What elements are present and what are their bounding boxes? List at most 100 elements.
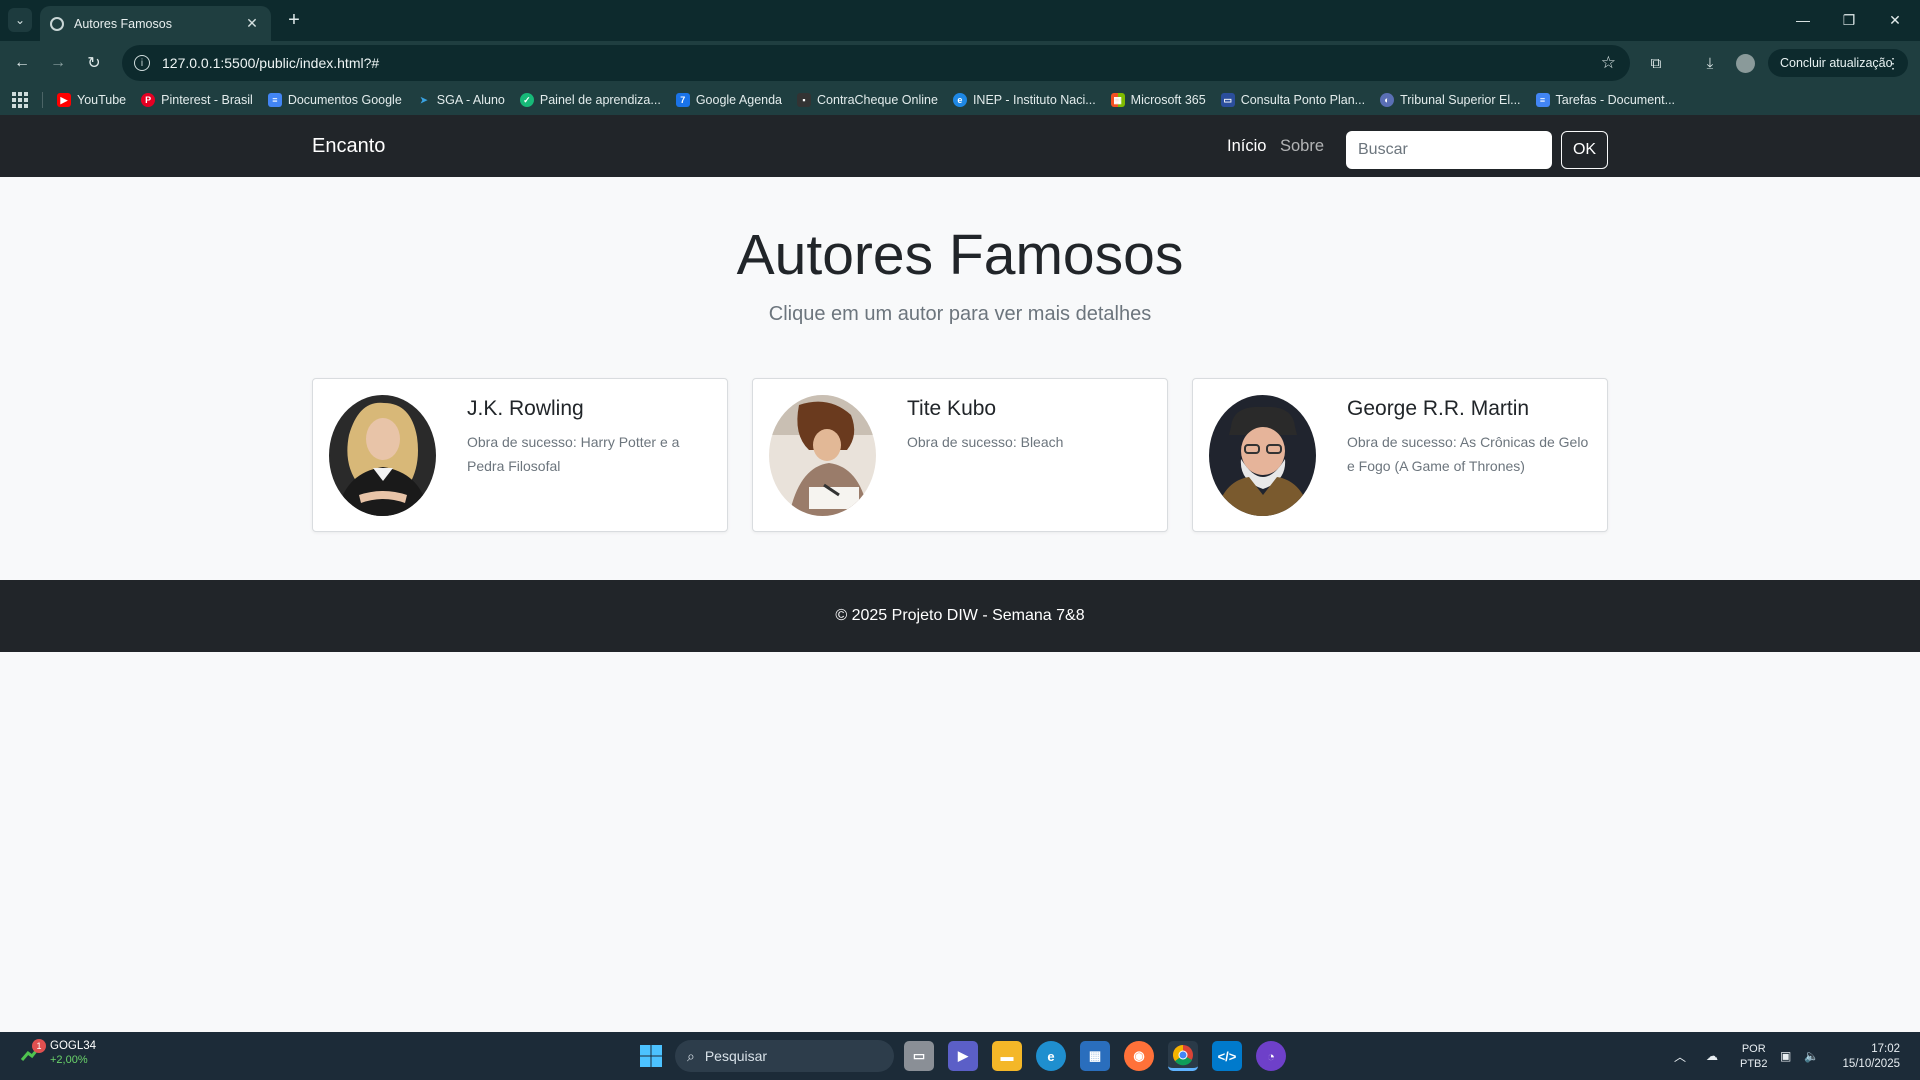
task-view-icon[interactable]: ▭ <box>904 1041 934 1071</box>
bookmark-label: YouTube <box>77 93 127 107</box>
bookmark-google-calendar[interactable]: 7 Google Agenda <box>675 93 783 107</box>
author-card-rowling[interactable]: J.K. Rowling Obra de sucesso: Harry Pott… <box>312 378 728 532</box>
forward-button[interactable]: → <box>44 49 72 77</box>
search-submit-button[interactable]: OK <box>1561 131 1608 169</box>
youtube-icon: ▶ <box>57 93 71 107</box>
taskbar-search-label: Pesquisar <box>704 1048 768 1064</box>
author-name: George R.R. Martin <box>1347 397 1530 420</box>
google-docs-icon: ≡ <box>267 93 282 107</box>
bookmark-star-icon[interactable]: ☆ <box>1601 53 1616 73</box>
reload-button[interactable]: ↻ <box>80 49 108 77</box>
bookmark-label: Google Agenda <box>695 93 783 107</box>
bookmark-microsoft-365[interactable]: ▦ Microsoft 365 <box>1110 93 1206 107</box>
author-photo <box>329 395 436 516</box>
bookmark-tasks-doc[interactable]: ≡ Tarefas - Document... <box>1535 93 1676 107</box>
taskbar-search[interactable]: ⌕ Pesquisar <box>675 1040 894 1072</box>
author-card-kubo[interactable]: Tite Kubo Obra de sucesso: Bleach <box>752 378 1168 532</box>
bookmark-tse[interactable]: ◐ Tribunal Superior El... <box>1380 93 1521 107</box>
download-icon[interactable]: ⤓ <box>1698 51 1722 75</box>
bookmarks-bar: ▶ YouTube P Pinterest - Brasil ≡ Documentos… <box>0 85 1920 115</box>
notification-badge: 1 <box>32 1039 46 1053</box>
author-work: Obra de sucesso: Harry Potter e a Pedra … <box>467 434 680 474</box>
tasks-doc-icon: ≡ <box>1535 93 1550 107</box>
update-button[interactable]: Concluir atualização ⋮ <box>1768 49 1908 77</box>
keyboard-layout: PTB2 <box>1740 1058 1768 1070</box>
site-info-icon[interactable]: i <box>134 55 150 71</box>
chevron-down-icon: ⌄ <box>14 13 26 27</box>
tse-icon: ◐ <box>1380 93 1395 107</box>
pinterest-icon: P <box>141 93 156 107</box>
windows-start-icon[interactable] <box>636 1041 666 1071</box>
stock-widget[interactable]: 1 GOGL34 +2,00% <box>20 1039 96 1066</box>
menu-dots-icon[interactable]: ⋮ <box>1886 55 1900 72</box>
nav-link-home[interactable]: Início <box>1227 115 1266 177</box>
arrow-left-icon: ← <box>14 54 30 71</box>
bookmark-label: Pinterest - Brasil <box>161 93 253 107</box>
bookmark-inep[interactable]: e INEP - Instituto Naci... <box>952 93 1096 107</box>
clock-date: 15/10/2025 <box>1842 1058 1900 1070</box>
close-window-button[interactable]: ✕ <box>1872 6 1918 34</box>
new-tab-button[interactable]: + <box>282 8 306 32</box>
volume-icon[interactable]: 🔈 <box>1804 1032 1819 1080</box>
windows-taskbar: 1 GOGL34 +2,00% ⌕ Pesquisar ▭ ▶ ▬ e ▦ ◉ … <box>0 1032 1920 1080</box>
github-desktop-icon[interactable]: ◔ <box>1256 1041 1286 1071</box>
extensions-icon[interactable]: ⧉ <box>1644 51 1668 75</box>
learning-panel-icon: ✓ <box>519 93 534 107</box>
author-photo <box>1209 395 1316 516</box>
bookmark-label: SGA - Aluno <box>436 93 505 107</box>
reload-icon: ↻ <box>87 55 101 72</box>
restore-button[interactable]: ❐ <box>1826 6 1872 34</box>
profile-avatar[interactable] <box>1736 54 1755 73</box>
bookmark-youtube[interactable]: ▶ YouTube <box>57 93 126 107</box>
bookmark-contracheque[interactable]: ▪ ContraCheque Online <box>797 93 938 107</box>
clock-time: 17:02 <box>1871 1043 1900 1055</box>
bookmark-label: Tarefas - Document... <box>1555 93 1676 107</box>
chrome-icon[interactable] <box>1168 1041 1198 1071</box>
store-icon[interactable]: ▦ <box>1080 1041 1110 1071</box>
tab-search-button[interactable]: ⌄ <box>8 8 32 32</box>
inep-icon: e <box>952 93 967 107</box>
language-indicator[interactable]: POR PTB2 <box>1740 1042 1768 1072</box>
teams-icon[interactable]: ▶ <box>948 1041 978 1071</box>
author-name: Tite Kubo <box>907 397 997 420</box>
close-tab-icon[interactable]: ✕ <box>243 15 261 32</box>
search-input[interactable] <box>1346 131 1552 169</box>
bookmark-label: Microsoft 365 <box>1130 93 1206 107</box>
network-icon[interactable]: ▣ <box>1780 1032 1791 1080</box>
site-footer: © 2025 Projeto DIW - Semana 7&8 <box>0 580 1920 652</box>
bookmark-label: ContraCheque Online <box>817 93 938 107</box>
back-button[interactable]: ← <box>8 49 36 77</box>
edge-icon[interactable]: e <box>1036 1041 1066 1071</box>
microsoft-icon: ▦ <box>1110 93 1125 107</box>
sga-icon: ➤ <box>420 94 428 105</box>
bookmark-google-docs[interactable]: ≡ Documentos Google <box>267 93 402 107</box>
bookmark-label: Painel de aprendiza... <box>539 93 661 107</box>
onedrive-icon[interactable]: ☁ <box>1706 1032 1718 1080</box>
page-subtitle: Clique em um autor para ver mais detalhe… <box>768 303 1152 325</box>
firefox-icon[interactable]: ◉ <box>1124 1041 1154 1071</box>
minimize-button[interactable]: — <box>1780 6 1826 34</box>
tab-active[interactable]: Autores Famosos ✕ <box>40 6 271 41</box>
browser-toolbar: ← → ↻ i 127.0.0.1:5500/public/index.html… <box>0 41 1920 85</box>
address-bar[interactable]: i 127.0.0.1:5500/public/index.html?# ☆ <box>122 45 1630 81</box>
bookmark-learning-panel[interactable]: ✓ Painel de aprendiza... <box>519 93 661 107</box>
stock-chart-icon: 1 <box>20 1039 46 1064</box>
bookmark-pinterest[interactable]: P Pinterest - Brasil <box>141 93 253 107</box>
tab-title: Autores Famosos <box>74 16 172 31</box>
site-navbar: Encanto Início Sobre OK <box>0 115 1920 177</box>
apps-grid-icon[interactable] <box>12 92 28 108</box>
bookmark-label: Consulta Ponto Plan... <box>1240 93 1366 107</box>
vscode-icon[interactable]: </> <box>1212 1041 1242 1071</box>
show-hidden-icons[interactable]: ︿ <box>1674 1032 1686 1080</box>
tab-strip: ⌄ Autores Famosos ✕ + — ❐ ✕ <box>0 0 1920 41</box>
system-clock[interactable]: 17:02 15/10/2025 <box>1836 1042 1900 1072</box>
author-card-martin[interactable]: George R.R. Martin Obra de sucesso: As C… <box>1192 378 1608 532</box>
bookmark-sga[interactable]: ➤ SGA - Aluno <box>417 93 505 107</box>
bookmark-consulta-ponto[interactable]: ▭ Consulta Ponto Plan... <box>1220 93 1366 107</box>
site-brand[interactable]: Encanto <box>312 115 385 177</box>
file-explorer-icon[interactable]: ▬ <box>992 1041 1022 1071</box>
language-code: POR <box>1741 1043 1766 1055</box>
nav-link-about[interactable]: Sobre <box>1280 115 1324 177</box>
bookmark-label: Tribunal Superior El... <box>1400 93 1521 107</box>
update-button-label: Concluir atualização <box>1780 56 1893 70</box>
